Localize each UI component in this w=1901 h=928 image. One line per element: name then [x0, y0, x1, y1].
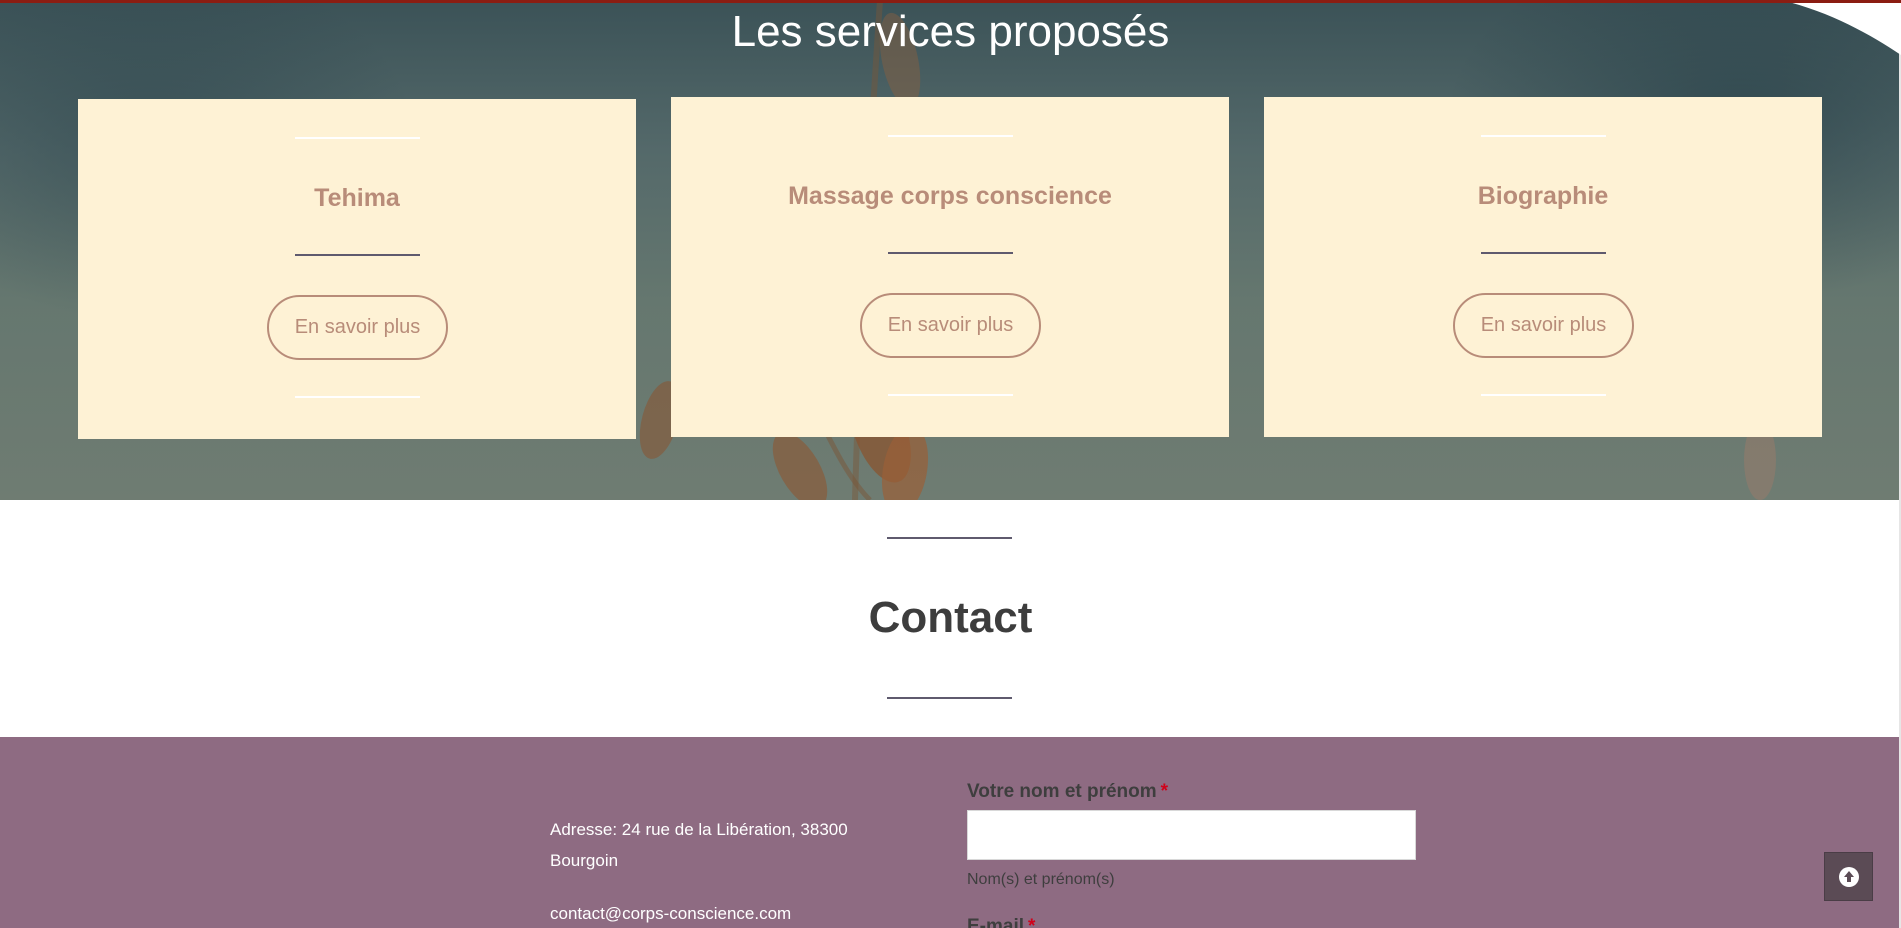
contact-title: Contact — [868, 593, 1033, 642]
service-card-tehima: Tehima En savoir plus — [78, 99, 636, 439]
page: Les services proposés Tehima En savoir p… — [0, 0, 1901, 928]
contact-heading-section: Contact — [0, 500, 1901, 737]
card-divider — [1481, 135, 1606, 137]
name-field-label: Votre nom et prénom * — [967, 780, 1168, 804]
address-text: Adresse: 24 rue de la Libération, 38300 … — [550, 820, 848, 870]
service-card-massage: Massage corps conscience En savoir plus — [671, 97, 1229, 437]
arrow-up-circle-icon — [1838, 866, 1859, 887]
required-marker: * — [1160, 781, 1169, 802]
en-savoir-plus-button[interactable]: En savoir plus — [267, 295, 448, 360]
required-marker: * — [1028, 916, 1036, 928]
card-title: Massage corps conscience — [788, 182, 1112, 210]
card-divider — [888, 252, 1013, 254]
email-field-label: E-mail * — [967, 915, 1035, 928]
email-label-text: E-mail — [967, 916, 1025, 928]
card-divider — [888, 135, 1013, 137]
name-label-text: Votre nom et prénom — [967, 781, 1157, 802]
contact-footer: Adresse: 24 rue de la Libération, 38300 … — [0, 737, 1901, 928]
service-card-biographie: Biographie En savoir plus — [1264, 97, 1822, 437]
services-section: Les services proposés Tehima En savoir p… — [0, 0, 1901, 500]
card-divider — [295, 396, 420, 398]
name-help-text: Nom(s) et prénom(s) — [967, 871, 1115, 888]
en-savoir-plus-button[interactable]: En savoir plus — [860, 293, 1041, 358]
en-savoir-plus-button[interactable]: En savoir plus — [1453, 293, 1634, 358]
contact-divider-bottom — [887, 697, 1012, 699]
top-border — [0, 0, 1901, 3]
card-title: Tehima — [314, 184, 400, 212]
card-divider — [295, 254, 420, 256]
card-divider — [888, 394, 1013, 396]
card-divider — [1481, 252, 1606, 254]
scroll-to-top-button[interactable] — [1824, 852, 1873, 901]
email-link[interactable]: contact@corps-conscience.com — [550, 902, 791, 926]
name-input[interactable] — [967, 810, 1416, 860]
card-divider — [1481, 394, 1606, 396]
card-divider — [295, 137, 420, 139]
contact-divider-top — [887, 537, 1012, 539]
card-title: Biographie — [1477, 182, 1609, 210]
services-title: Les services proposés — [731, 7, 1170, 56]
